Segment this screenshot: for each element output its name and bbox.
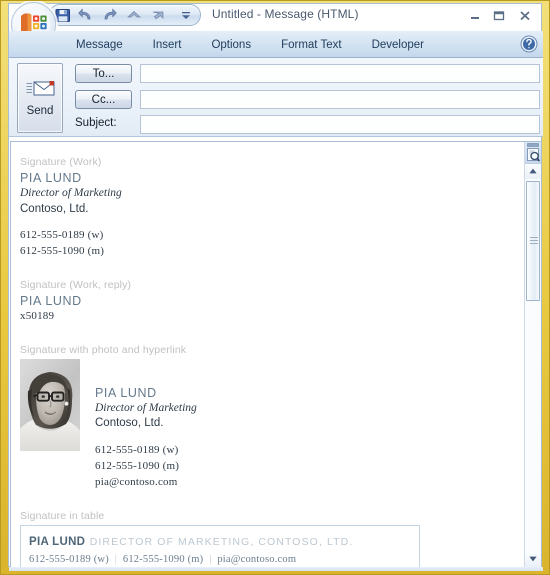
signature-in-table: Signature in table PIA LUND DIRECTOR OF … xyxy=(20,510,524,567)
signature-with-photo-email-link[interactable]: pia@contoso.com xyxy=(95,475,197,491)
signature-with-photo-name: PIA LUND xyxy=(95,385,157,400)
window-title: Untitled - Message (HTML) xyxy=(212,7,359,21)
compose-header: Send To... Cc... Subject: xyxy=(9,58,543,137)
to-input[interactable] xyxy=(140,64,540,83)
cc-input[interactable] xyxy=(140,90,540,109)
signature-with-photo: Signature with photo and hyperlink PIA L… xyxy=(20,344,524,491)
scroll-down-button[interactable] xyxy=(525,552,541,567)
redo-icon[interactable] xyxy=(99,7,119,25)
tab-message[interactable]: Message xyxy=(61,34,138,56)
signature-photo-row: PIA LUND Director of Marketing Contoso, … xyxy=(20,358,524,491)
signature-with-photo-company: Contoso, Ltd. xyxy=(95,417,164,430)
signature-in-table-role: DIRECTOR OF MARKETING, CONTOSO, LTD. xyxy=(89,535,354,548)
signature-with-photo-phone-work: 612-555-0189 (w) xyxy=(95,443,179,456)
previous-item-icon[interactable] xyxy=(124,7,144,25)
customize-qat-chevron-icon[interactable] xyxy=(176,7,196,25)
signature-in-table-email-link[interactable]: pia@contoso.com xyxy=(217,554,296,565)
signature-with-photo-job-title: Director of Marketing xyxy=(95,401,197,414)
title-bar: Untitled - Message (HTML) xyxy=(9,1,543,47)
tab-insert[interactable]: Insert xyxy=(138,34,197,56)
signature-table-heading: PIA LUND DIRECTOR OF MARKETING, CONTOSO,… xyxy=(29,532,411,550)
signature-work-reply: Signature (Work, reply) PIA LUND x50189 xyxy=(20,279,524,325)
tab-options[interactable]: Options xyxy=(196,34,266,56)
header-divider xyxy=(9,136,543,137)
signature-work-caption: Signature (Work) xyxy=(20,156,102,168)
signature-in-table-caption: Signature in table xyxy=(20,509,105,522)
subject-input[interactable] xyxy=(140,115,540,134)
body-content: Signature (Work) PIA LUND Director of Ma… xyxy=(11,142,524,567)
next-item-icon[interactable] xyxy=(148,7,168,25)
signature-work-phone-work: 612-555-0189 (w) xyxy=(20,229,104,242)
signature-work-name: PIA LUND xyxy=(20,171,82,185)
message-body[interactable]: Signature (Work) PIA LUND Director of Ma… xyxy=(10,141,542,568)
signature-in-table-phone-mobile: 612-555-1090 (m) xyxy=(122,553,204,565)
send-button[interactable]: Send xyxy=(17,63,63,133)
cc-button[interactable]: Cc... xyxy=(75,90,132,109)
signature-with-photo-phone-mobile: 612-555-1090 (m) xyxy=(95,459,180,472)
status-strip xyxy=(9,567,543,571)
send-button-label: Send xyxy=(26,105,54,117)
portrait-photo xyxy=(20,358,80,451)
signature-work-company: Contoso, Ltd. xyxy=(20,202,89,215)
quick-access-toolbar xyxy=(49,4,201,26)
vertical-scrollbar[interactable] xyxy=(524,142,541,567)
outlook-message-window: Untitled - Message (HTML) Message Insert… xyxy=(0,0,550,575)
scrollbar-track[interactable] xyxy=(525,179,541,552)
save-icon[interactable] xyxy=(53,7,73,25)
help-icon[interactable] xyxy=(520,35,538,53)
signature-table: PIA LUND DIRECTOR OF MARKETING, CONTOSO,… xyxy=(20,524,420,567)
send-envelope-icon xyxy=(26,79,56,101)
signature-work-reply-caption: Signature (Work, reply) xyxy=(20,278,132,291)
tab-format-text[interactable]: Format Text xyxy=(266,34,357,56)
select-browse-object-icon[interactable] xyxy=(525,142,541,164)
ribbon-tabs: Message Insert Options Format Text Devel… xyxy=(61,31,439,58)
scrollbar-grip-icon xyxy=(530,237,538,245)
signature-work: Signature (Work) PIA LUND Director of Ma… xyxy=(20,156,524,260)
body-scroll-region: Signature (Work) PIA LUND Director of Ma… xyxy=(11,142,524,567)
scroll-up-button[interactable] xyxy=(525,164,541,179)
signature-with-photo-caption: Signature with photo and hyperlink xyxy=(20,343,187,356)
signature-work-reply-extension: x50189 xyxy=(20,309,55,322)
signature-table-contact-cell: PIA LUND DIRECTOR OF MARKETING, CONTOSO,… xyxy=(20,524,420,567)
table-row: PIA LUND DIRECTOR OF MARKETING, CONTOSO,… xyxy=(20,524,420,567)
field-separator: | xyxy=(209,553,212,565)
to-button[interactable]: To... xyxy=(75,64,132,83)
ribbon-tab-bar: Message Insert Options Format Text Devel… xyxy=(9,31,543,58)
minimize-button[interactable] xyxy=(463,6,487,26)
field-separator: | xyxy=(114,553,118,565)
signature-photo-text: PIA LUND Director of Marketing Contoso, … xyxy=(95,359,197,491)
signature-work-phone-mobile: 612-555-1090 (m) xyxy=(20,244,105,257)
undo-icon[interactable] xyxy=(76,7,96,25)
maximize-button[interactable] xyxy=(487,6,511,26)
signature-work-reply-name: PIA LUND xyxy=(20,293,82,308)
tab-developer[interactable]: Developer xyxy=(357,34,439,56)
signature-in-table-name: PIA LUND xyxy=(29,535,86,548)
subject-label: Subject: xyxy=(75,117,117,129)
signature-in-table-phone-work: 612-555-0189 (w) xyxy=(29,553,109,565)
scrollbar-thumb[interactable] xyxy=(526,181,540,301)
close-button[interactable] xyxy=(513,6,537,26)
signature-work-job-title: Director of Marketing xyxy=(20,187,122,199)
signature-table-contact-line: 612-555-0189 (w) | 612-555-1090 (m) | pi… xyxy=(29,554,411,565)
